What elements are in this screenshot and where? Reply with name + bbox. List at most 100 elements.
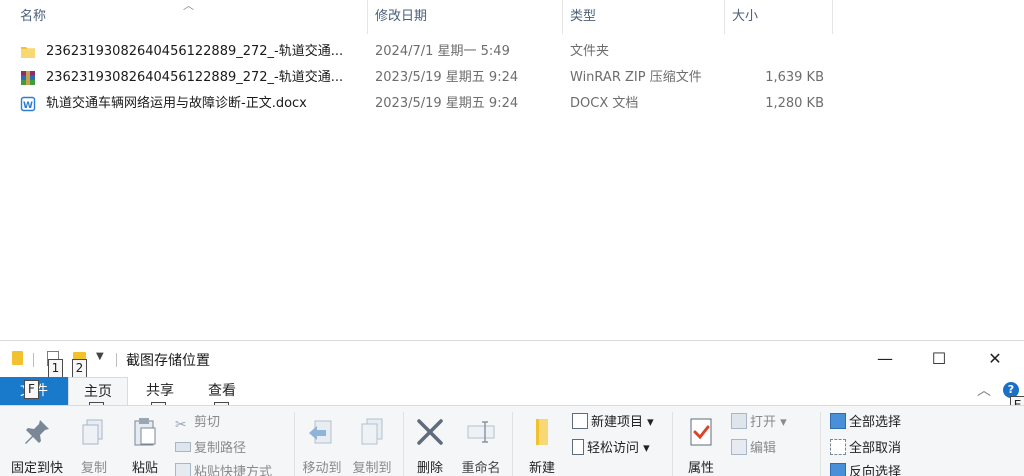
- dropdown-arrow-icon: ▾: [639, 441, 650, 456]
- select-all-label: 全部选择: [849, 415, 902, 430]
- close-button[interactable]: ✕: [966, 341, 1024, 377]
- file-list: ︿ 名称 修改日期 类型 大小 23623193082640456122889_…: [0, 0, 1024, 340]
- pin-label: 固定到快: [10, 461, 63, 476]
- file-row[interactable]: W 轨道交通车辆网络运用与故障诊断-正文.docx 2023/5/19 星期五 …: [0, 91, 1024, 117]
- ribbon-panel: 固定到快 复制 粘贴 ✂ 剪切 复制路径 粘贴快捷方式 移动到 复制到 删除 重…: [0, 405, 1024, 476]
- select-all-button[interactable]: 全部选择: [830, 412, 901, 434]
- scissors-icon: ✂: [175, 417, 187, 433]
- minimize-button[interactable]: —: [856, 341, 914, 377]
- tab-share[interactable]: 共享: [132, 377, 188, 405]
- dropdown-arrow-icon: ▾: [643, 415, 654, 430]
- group-divider: [294, 412, 295, 476]
- folder-icon: [12, 351, 23, 365]
- paste-label: 粘贴: [131, 461, 158, 476]
- cut-label: 剪切: [194, 415, 221, 430]
- new-item-label: 新建项目: [591, 415, 644, 430]
- column-header-size[interactable]: 大小: [724, 0, 832, 34]
- file-type: 文件夹: [570, 44, 610, 59]
- tab-home[interactable]: 主页: [68, 377, 128, 405]
- move-to-label: 移动到: [302, 461, 342, 476]
- invert-selection-icon: [830, 463, 846, 476]
- properties-label: 属性: [687, 461, 714, 476]
- file-size: 1,639 KB: [765, 70, 824, 85]
- keytip-file: F: [24, 380, 39, 399]
- select-none-icon: [830, 439, 846, 455]
- folder-icon: [21, 47, 35, 58]
- file-modified: 2024/7/1 星期一 5:49: [375, 44, 510, 59]
- easy-access-icon: [572, 439, 584, 455]
- invert-selection-button[interactable]: 反向选择: [830, 462, 901, 476]
- edit-button[interactable]: 编辑: [731, 438, 776, 460]
- copy-to-button[interactable]: 复制到: [348, 410, 396, 476]
- new-item-button[interactable]: 新建项目 ▾: [572, 412, 654, 434]
- paste-shortcut-label: 粘贴快捷方式: [194, 465, 273, 476]
- paste-icon: [134, 418, 156, 446]
- paste-shortcut-button[interactable]: 粘贴快捷方式: [175, 462, 272, 476]
- column-header-type[interactable]: 类型: [562, 0, 724, 34]
- winrar-archive-icon: [21, 71, 35, 85]
- column-divider[interactable]: [832, 0, 833, 34]
- column-header-name[interactable]: 名称: [12, 0, 367, 34]
- file-name: 23623193082640456122889_272_-轨道交通...: [46, 70, 344, 85]
- copy-button[interactable]: 复制: [72, 410, 116, 476]
- easy-access-button[interactable]: 轻松访问 ▾: [572, 438, 650, 460]
- delete-label: 删除: [416, 461, 443, 476]
- customize-toolbar-dropdown-icon[interactable]: ▼: [96, 351, 104, 362]
- new-item-icon: [572, 413, 588, 429]
- rename-label: 重命名: [461, 461, 501, 476]
- pin-quick-access-button[interactable]: 固定到快: [4, 410, 70, 476]
- group-divider: [820, 412, 821, 476]
- file-row[interactable]: 23623193082640456122889_272_-轨道交通... 202…: [0, 39, 1024, 65]
- toolbar-divider: [116, 353, 117, 367]
- toolbar-divider: [33, 353, 34, 367]
- keytip-quick-2: 2: [72, 359, 87, 378]
- move-to-icon: [309, 420, 332, 444]
- file-name: 轨道交通车辆网络运用与故障诊断-正文.docx: [46, 96, 307, 111]
- ribbon-tab-bar: 文件 主页 共享 查看 ︿ ? F H S V E: [0, 377, 1024, 421]
- delete-button[interactable]: 删除: [407, 410, 453, 476]
- tab-view[interactable]: 查看: [192, 377, 252, 405]
- explorer-window: ▼ 截图存储位置 1 2 — ☐ ✕ 文件 主页 共享 查看 ︿ ? F H S…: [0, 340, 1024, 476]
- paste-button[interactable]: 粘贴: [120, 410, 170, 476]
- edit-icon: [731, 439, 747, 455]
- new-label: 新建: [528, 461, 555, 476]
- copy-path-icon: [175, 442, 191, 452]
- file-type: DOCX 文档: [570, 96, 639, 111]
- maximize-button[interactable]: ☐: [910, 341, 968, 377]
- paste-shortcut-icon: [175, 463, 191, 476]
- select-all-icon: [830, 413, 846, 429]
- invert-selection-label: 反向选择: [849, 465, 902, 476]
- file-row[interactable]: 23623193082640456122889_272_-轨道交通... 202…: [0, 65, 1024, 91]
- group-divider: [672, 412, 673, 476]
- open-icon: [731, 413, 747, 429]
- title-bar[interactable]: ▼ 截图存储位置 1 2 — ☐ ✕: [0, 341, 1024, 378]
- select-none-label: 全部取消: [849, 441, 902, 456]
- cut-button[interactable]: ✂ 剪切: [175, 412, 220, 434]
- collapse-ribbon-icon[interactable]: ︿: [977, 380, 991, 400]
- column-header-modified[interactable]: 修改日期: [367, 0, 562, 34]
- open-button[interactable]: 打开 ▾: [731, 412, 787, 434]
- properties-check-icon: [690, 418, 712, 446]
- copy-icon: [82, 419, 103, 445]
- file-type: WinRAR ZIP 压缩文件: [570, 70, 702, 85]
- file-size: 1,280 KB: [765, 96, 824, 111]
- keytip-quick-1: 1: [48, 359, 63, 378]
- copy-path-button[interactable]: 复制路径: [175, 438, 246, 460]
- open-label: 打开: [750, 415, 777, 430]
- easy-access-label: 轻松访问: [587, 441, 640, 456]
- properties-button[interactable]: 属性: [676, 410, 726, 476]
- group-divider: [403, 412, 404, 476]
- group-divider: [512, 412, 513, 476]
- new-folder-icon: [536, 419, 548, 445]
- new-folder-button[interactable]: 新建: [516, 410, 568, 476]
- dropdown-arrow-icon: ▾: [776, 415, 787, 430]
- word-document-icon: W: [20, 96, 36, 112]
- file-modified: 2023/5/19 星期五 9:24: [375, 96, 519, 111]
- copy-path-label: 复制路径: [194, 441, 247, 456]
- select-none-button[interactable]: 全部取消: [830, 438, 901, 460]
- file-name: 23623193082640456122889_272_-轨道交通...: [46, 44, 344, 59]
- pin-icon: [25, 420, 49, 444]
- move-to-button[interactable]: 移动到: [298, 410, 346, 476]
- rename-button[interactable]: 重命名: [455, 410, 507, 476]
- copy-label: 复制: [80, 461, 107, 476]
